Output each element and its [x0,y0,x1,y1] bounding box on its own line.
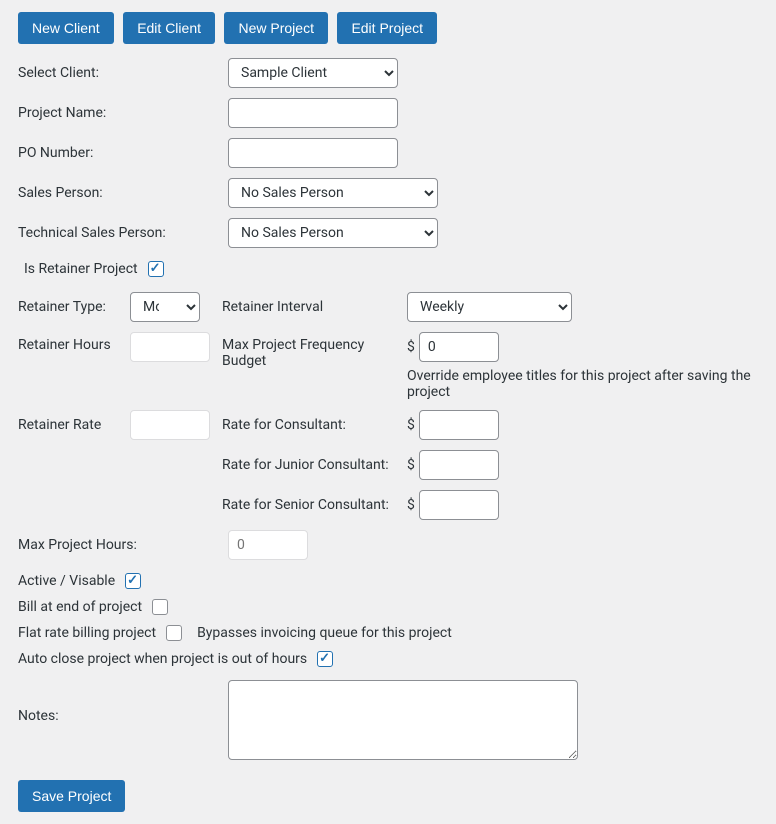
active-visible-label: Active / Visable [18,573,115,589]
sales-person-label: Sales Person: [18,185,228,201]
bypass-invoice-label: Bypasses invoicing queue for this projec… [197,625,452,641]
dollar-sign: $ [407,457,415,473]
auto-close-checkbox[interactable] [317,651,333,667]
auto-close-label: Auto close project when project is out o… [18,651,307,667]
project-name-label: Project Name: [18,105,228,121]
sales-person-dropdown[interactable]: No Sales Person [228,178,438,208]
notes-textarea[interactable] [228,680,578,760]
dollar-sign: $ [407,417,415,433]
is-retainer-label: Is Retainer Project [24,261,138,277]
new-project-button[interactable]: New Project [224,12,327,44]
rate-senior-label: Rate for Senior Consultant: [222,497,407,513]
edit-client-button[interactable]: Edit Client [123,12,215,44]
rate-junior-label: Rate for Junior Consultant: [222,457,407,473]
bill-end-checkbox[interactable] [152,599,168,615]
retainer-interval-label: Retainer Interval [222,299,407,315]
project-name-input[interactable] [228,98,398,128]
retainer-hours-input[interactable] [130,332,210,362]
edit-project-button[interactable]: Edit Project [337,12,437,44]
retainer-interval-dropdown[interactable]: Weekly [407,292,572,322]
bill-end-label: Bill at end of project [18,599,142,615]
flat-rate-label: Flat rate billing project [18,625,156,641]
rate-senior-input[interactable] [419,490,499,520]
max-hours-input[interactable] [228,530,308,560]
notes-label: Notes: [18,680,228,724]
max-freq-budget-input[interactable] [419,332,499,362]
rate-junior-input[interactable] [419,450,499,480]
retainer-rate-input[interactable] [130,410,210,440]
select-client-dropdown[interactable]: Sample Client [228,58,398,88]
tech-sales-label: Technical Sales Person: [18,225,228,241]
rate-consultant-input[interactable] [419,410,499,440]
select-client-label: Select Client: [18,65,228,81]
retainer-type-label: Retainer Type: [18,299,130,315]
po-number-input[interactable] [228,138,398,168]
max-hours-label: Max Project Hours: [18,537,228,553]
dollar-sign: $ [407,339,415,355]
new-client-button[interactable]: New Client [18,12,114,44]
top-button-row: New Client Edit Client New Project Edit … [18,12,758,44]
override-note: Override employee titles for this projec… [407,368,758,400]
retainer-rate-label: Retainer Rate [18,417,130,433]
active-visible-checkbox[interactable] [125,573,141,589]
is-retainer-checkbox[interactable] [148,261,164,277]
save-project-button[interactable]: Save Project [18,780,125,812]
rate-consultant-label: Rate for Consultant: [222,417,407,433]
po-number-label: PO Number: [18,145,228,161]
dollar-sign: $ [407,497,415,513]
max-freq-budget-label: Max Project Frequency Budget [222,332,407,369]
retainer-type-dropdown[interactable]: Money [130,292,200,322]
retainer-hours-label: Retainer Hours [18,332,130,353]
flat-rate-checkbox[interactable] [166,625,182,641]
tech-sales-dropdown[interactable]: No Sales Person [228,218,438,248]
